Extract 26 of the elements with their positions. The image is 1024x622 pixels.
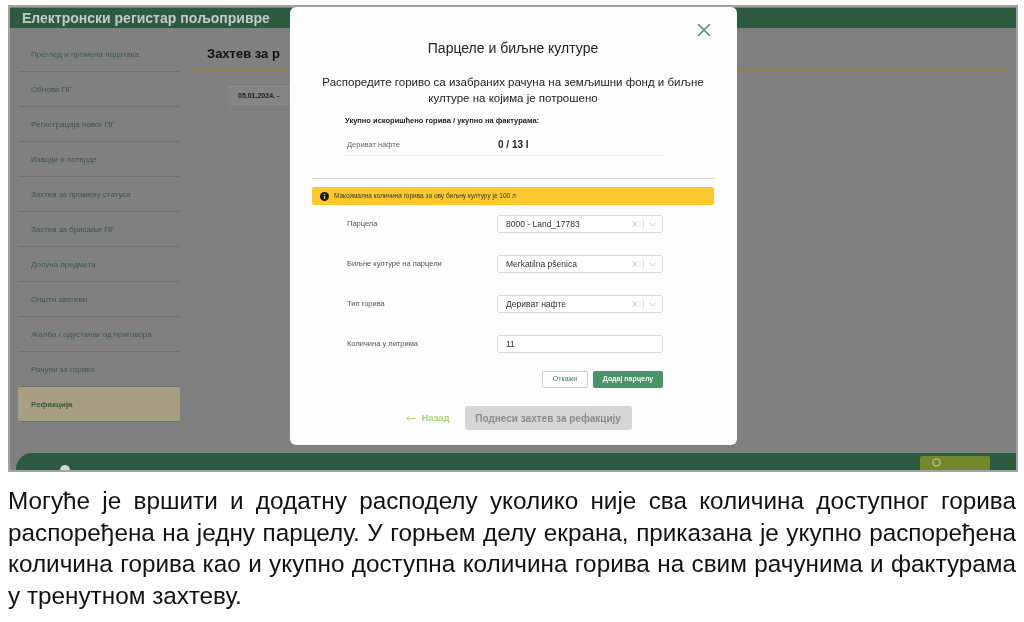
clear-icon [632, 301, 638, 307]
close-button[interactable] [697, 23, 711, 37]
back-link[interactable]: Назад [406, 410, 450, 426]
totals-value: 0 / 13 l [498, 138, 529, 152]
chevron-down-icon [649, 261, 656, 267]
select-field[interactable]: Дериват нафте [497, 295, 663, 313]
caption-paragraph: Могуће је вршити и додатну расподелу уколико није сва количина доступног горива распоређена на једну парцелу. У горњем делу екрана, приказана је укупно распоређена количина горива као и укупно доступна количина горива на свим рачунима и фактурама у тренутном захтеву. [8, 486, 1016, 611]
sidebar-item[interactable]: Рефакција [18, 387, 180, 422]
select-field[interactable]: 8000 - Land_17783 [497, 215, 663, 233]
info-icon [320, 191, 329, 201]
select-field[interactable]: Merkatilna pšenica [497, 255, 663, 273]
chevron-down-icon [649, 301, 656, 307]
clear-icon [632, 261, 638, 267]
sidebar-item[interactable]: Допуна предмета [18, 247, 180, 282]
sidebar-item[interactable]: Изводи и потврде [18, 142, 180, 177]
sidebar-item[interactable]: Преглед и промена података [18, 37, 180, 72]
modal-subtitle: Распоредите гориво са изабраних рачуна на земљишни фонд и биљне културе на којима је потрошено [321, 75, 705, 106]
chevron-down-icon [649, 221, 656, 227]
input-field[interactable]: 11 [497, 335, 663, 353]
modal-title: Парцеле и биљне културе [426, 39, 600, 57]
arrow-left-icon [406, 414, 417, 422]
sidebar-item[interactable]: Општи захтеви [18, 282, 180, 317]
close-icon [697, 23, 711, 37]
sidebar-item[interactable]: Жалба / одустанак од приговора [18, 317, 180, 352]
circle-icon [932, 458, 941, 467]
clear-icon [632, 221, 638, 227]
